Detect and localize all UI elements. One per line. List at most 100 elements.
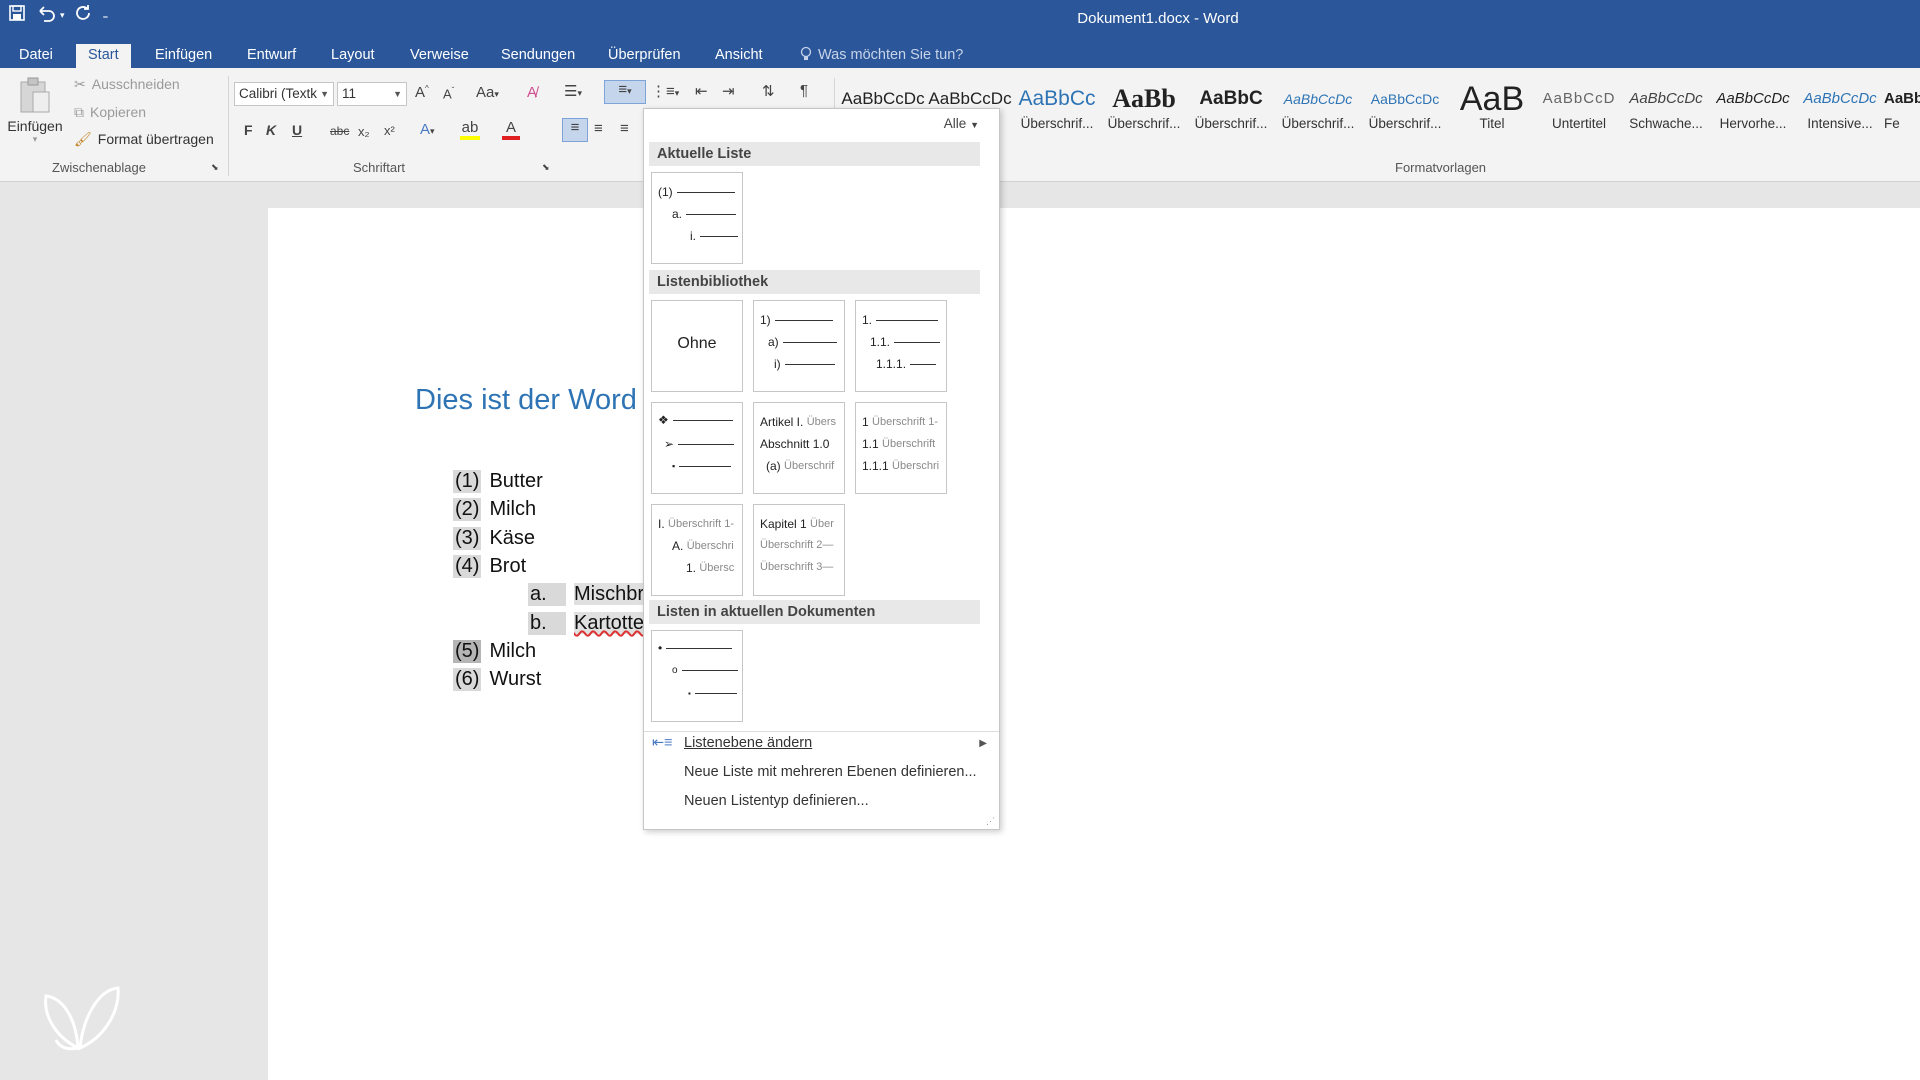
align-right-icon[interactable]: ≡ bbox=[620, 120, 629, 137]
bold-button[interactable]: F bbox=[244, 122, 253, 138]
style-name: Überschrif... bbox=[1368, 116, 1442, 131]
group-label-clipboard: Zwischenablage bbox=[52, 160, 146, 175]
style-subtle-emphasis[interactable]: AaBbCcDc Schwache... bbox=[1623, 82, 1709, 144]
dialog-launcher-icon[interactable]: ⬊ bbox=[542, 162, 550, 173]
grow-font-icon[interactable]: A^ bbox=[415, 84, 429, 101]
style-heading1[interactable]: AaBbCc Überschrif... bbox=[1014, 82, 1100, 144]
tab-ansicht[interactable]: Ansicht bbox=[703, 44, 775, 68]
style-preview: AaBbCcDc bbox=[1716, 90, 1790, 107]
list-item[interactable]: (1) Butter bbox=[453, 470, 543, 493]
list-item[interactable]: (4) Brot bbox=[453, 555, 526, 578]
tab-sendungen[interactable]: Sendungen bbox=[489, 44, 587, 68]
format-painter-button[interactable]: 🖌 Format übertragen bbox=[74, 131, 214, 148]
menu-define-multilevel-list[interactable]: Neue Liste mit mehreren Ebenen definiere… bbox=[684, 764, 977, 780]
shrink-font-icon[interactable]: Aˇ bbox=[443, 86, 454, 101]
tile-level3-heading: Überschri bbox=[892, 460, 940, 472]
multilevel-list-icon[interactable]: ⋮≡▾ bbox=[651, 82, 679, 100]
highlight-color-icon[interactable]: ab bbox=[460, 119, 480, 140]
change-case-label: Aa bbox=[476, 84, 495, 101]
change-level-icon: ⇤≡ bbox=[652, 735, 673, 751]
cut-button[interactable]: ✂ Ausschneiden bbox=[74, 76, 180, 93]
text-effects-icon[interactable]: A▾ bbox=[420, 121, 435, 138]
style-emphasis[interactable]: AaBbCcDc Hervorhe... bbox=[1710, 82, 1796, 144]
format-painter-label: Format übertragen bbox=[97, 131, 214, 147]
lightbulb-icon bbox=[800, 46, 812, 60]
style-heading5[interactable]: AaBbCcDc Überschrif... bbox=[1362, 82, 1448, 144]
list-text: Wurst bbox=[489, 668, 542, 690]
menu-define-list-style[interactable]: Neuen Listentyp definieren... bbox=[684, 793, 869, 809]
butterfly-logo bbox=[44, 986, 120, 1051]
style-heading4[interactable]: AaBbCcDc Überschrif... bbox=[1275, 82, 1361, 144]
group-separator bbox=[228, 76, 229, 176]
tab-start[interactable]: Start bbox=[76, 44, 131, 68]
change-case-button[interactable]: Aa▾ bbox=[476, 84, 499, 101]
list-item[interactable]: (6) Wurst bbox=[453, 668, 541, 691]
font-color-icon[interactable]: A bbox=[502, 119, 520, 140]
increase-indent-icon[interactable]: ⇥ bbox=[722, 82, 735, 100]
list-tile-document[interactable]: • o ▪ bbox=[651, 630, 743, 722]
sort-icon[interactable]: ⇅ bbox=[762, 82, 775, 100]
paste-button[interactable]: Einfügen ▾ bbox=[6, 74, 64, 154]
style-heading2[interactable]: AaBb Überschrif... bbox=[1101, 82, 1187, 144]
clear-formatting-icon[interactable]: A̸ bbox=[527, 84, 537, 101]
list-number: (4) bbox=[453, 555, 482, 578]
list-tile-artikel[interactable]: Artikel I. Übers Abschnitt 1.0 (a) Übers… bbox=[753, 402, 845, 494]
font-size-combo[interactable]: 11 ▼ bbox=[337, 82, 407, 106]
style-preview: AaBbCcDc bbox=[1803, 90, 1877, 107]
tab-ueberpruefen[interactable]: Überprüfen bbox=[596, 44, 693, 68]
show-formatting-icon[interactable]: ¶ bbox=[800, 82, 808, 99]
style-subtitle[interactable]: AaBbCcD Untertitel bbox=[1536, 82, 1622, 144]
tab-layout[interactable]: Layout bbox=[319, 44, 387, 68]
style-title[interactable]: AaB Titel bbox=[1449, 82, 1535, 144]
list-tile-decimal[interactable]: 1. 1.1. 1.1.1. bbox=[855, 300, 947, 392]
decrease-indent-icon[interactable]: ⇤ bbox=[695, 82, 708, 100]
list-text: Butter bbox=[489, 470, 543, 492]
menu-change-list-level[interactable]: ⇤≡ Listenebene ändern bbox=[652, 735, 812, 751]
gallery-filter-dropdown[interactable]: Alle ▼ bbox=[944, 116, 979, 131]
list-tile-heading-roman[interactable]: I. Überschrift 1- A. Überschri 1. Übersc bbox=[651, 504, 743, 596]
bullets-icon[interactable]: ☰▾ bbox=[564, 82, 582, 100]
list-item[interactable]: (5) Milch bbox=[453, 640, 536, 663]
italic-button[interactable]: K bbox=[266, 122, 276, 138]
copy-button[interactable]: ⧉ Kopieren bbox=[74, 104, 146, 121]
tile-level2: ➢ bbox=[664, 437, 675, 451]
tile-level3: (a) bbox=[766, 459, 781, 473]
document-heading[interactable]: Dies ist der Word bbox=[415, 384, 637, 417]
list-item[interactable]: (3) Käse bbox=[453, 527, 535, 550]
style-intense-emphasis[interactable]: AaBbCcDc Intensive... bbox=[1797, 82, 1883, 144]
subscript-button[interactable]: x₂ bbox=[358, 124, 370, 139]
list-tile-paren[interactable]: 1) a) i) bbox=[753, 300, 845, 392]
tab-verweise[interactable]: Verweise bbox=[398, 44, 481, 68]
tile-level3-heading: Übersc bbox=[699, 562, 735, 574]
list-tile-kapitel[interactable]: Kapitel 1 Über Überschrift 2— Überschrif… bbox=[753, 504, 845, 596]
list-item[interactable]: (2) Milch bbox=[453, 498, 536, 521]
tile-level1-heading: Überschrift 1- bbox=[872, 416, 939, 428]
list-tile-current[interactable]: (1) a. i. bbox=[651, 172, 743, 264]
strikethrough-button[interactable]: abc bbox=[330, 124, 349, 138]
section-document-lists: Listen in aktuellen Dokumenten bbox=[649, 600, 980, 624]
style-heading3[interactable]: AaBbC Überschrif... bbox=[1188, 82, 1274, 144]
list-tile-none[interactable]: Ohne bbox=[651, 300, 743, 392]
list-item[interactable]: b. Kartotte bbox=[528, 612, 645, 635]
tab-entwurf[interactable]: Entwurf bbox=[235, 44, 308, 68]
highlight-color-bar bbox=[460, 136, 480, 140]
section-list-library: Listenbibliothek bbox=[649, 270, 980, 294]
list-item[interactable]: a. Mischbr bbox=[528, 583, 645, 606]
font-name-combo[interactable]: Calibri (Textk ▼ bbox=[234, 82, 334, 106]
dialog-launcher-icon[interactable]: ⬊ bbox=[211, 162, 219, 173]
superscript-button[interactable]: x² bbox=[384, 123, 395, 138]
list-tile-heading-numbered[interactable]: 1 Überschrift 1- 1.1 Überschrift 1.1.1 Ü… bbox=[855, 402, 947, 494]
numbering-icon[interactable]: ≡▾ bbox=[604, 80, 646, 104]
tab-datei[interactable]: Datei bbox=[7, 44, 65, 68]
tell-me-search[interactable]: Was möchten Sie tun? bbox=[800, 44, 963, 68]
list-tile-bullets[interactable]: ❖ ➢ ▪ bbox=[651, 402, 743, 494]
align-left-icon[interactable]: ≡ bbox=[562, 118, 588, 142]
tile-level1-heading: Übers bbox=[806, 416, 837, 428]
resize-grip-icon[interactable]: ⋰ bbox=[986, 816, 995, 827]
align-center-icon[interactable]: ≡ bbox=[594, 120, 603, 137]
tab-einfuegen[interactable]: Einfügen bbox=[143, 44, 224, 68]
tile-level3: i. bbox=[690, 229, 696, 243]
tile-level3: i) bbox=[774, 357, 781, 371]
underline-button[interactable]: U bbox=[292, 122, 302, 138]
style-strong[interactable]: AaBb Fe bbox=[1884, 82, 1920, 144]
